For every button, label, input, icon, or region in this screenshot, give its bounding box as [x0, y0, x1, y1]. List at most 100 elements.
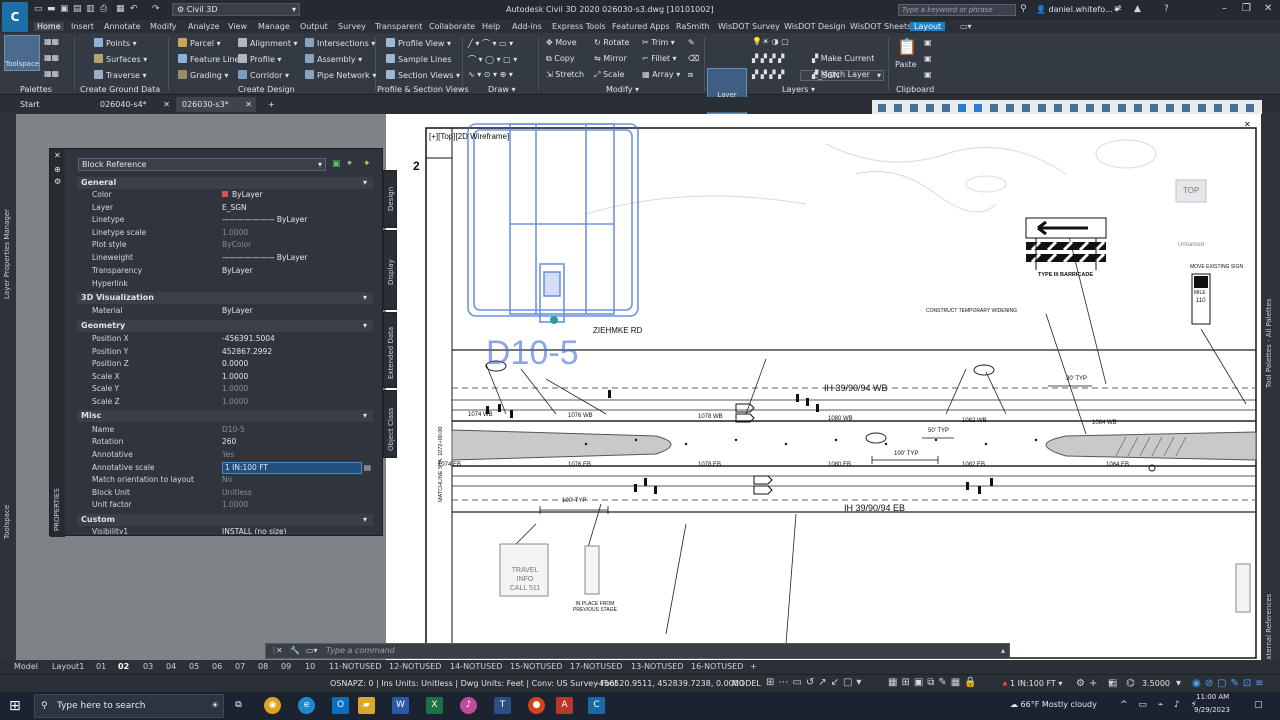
file-tab-start[interactable]: Start [14, 97, 84, 112]
panel-create-design[interactable]: Create Design [238, 85, 295, 94]
clock-date[interactable]: 9/29/2023 [1194, 706, 1230, 714]
layer-properties-manager-tab[interactable]: Layer Properties Manager [3, 209, 11, 299]
pin-icon[interactable]: ⊕ [54, 165, 61, 174]
prop-row-transparency[interactable]: Transparency ByLayer [77, 265, 373, 277]
surfaces-button[interactable]: Surfaces ▾ [94, 54, 147, 64]
notification-icon[interactable]: ▢ [1254, 700, 1263, 710]
chrome-icon[interactable]: ◉ [264, 697, 281, 714]
layout-tab[interactable]: 01 [96, 662, 106, 671]
panel-draw[interactable]: Draw ▾ [488, 85, 515, 94]
close-button[interactable]: ✕ [1264, 3, 1272, 14]
prop-row-scale-y[interactable]: Scale Y 1.0000 [77, 383, 373, 395]
tab-collaborate[interactable]: Collaborate [429, 22, 475, 31]
drawing-canvas[interactable]: [+][Top][2D Wireframe] 2 ZIEHMKE RD D10-… [386, 114, 1261, 660]
plot-icon[interactable]: ▦ [116, 4, 125, 14]
prop-row-block-unit[interactable]: Block Unit Unitless [77, 487, 373, 499]
prompt-icon[interactable]: ▭▾ [306, 644, 318, 658]
scale-list-icon[interactable]: ▤ [364, 462, 371, 474]
pipe-network-button[interactable]: Pipe Network ▾ [305, 70, 376, 80]
paste-icon[interactable]: 📋 [897, 37, 917, 56]
corridor-button[interactable]: Corridor ▾ [238, 70, 289, 80]
civil3d-taskbar-icon[interactable]: C [588, 697, 605, 714]
tab-manage[interactable]: Manage [258, 22, 290, 31]
prop-row-scale-x[interactable]: Scale X 1.0000 [77, 371, 373, 383]
scale-button[interactable]: ⤢ Scale [594, 70, 624, 80]
panel-layers[interactable]: Layers ▾ [782, 85, 815, 94]
toolspace-button[interactable]: Toolspace [4, 35, 40, 71]
prop-row-linetype-scale[interactable]: Linetype scale 1.0000 [77, 227, 373, 239]
clock-time[interactable]: 11:00 AM [1196, 693, 1229, 701]
elevation-value[interactable]: 3.5000 [1142, 679, 1170, 688]
layout-tab[interactable]: 15-NOTUSED [510, 662, 562, 671]
app-icon[interactable]: ● [528, 697, 545, 714]
close-icon[interactable]: ✕ [245, 97, 252, 112]
prop-row-scale-z[interactable]: Scale Z 1.0000 [77, 396, 373, 408]
match-layer-button[interactable]: ▞ Match Layer [812, 70, 870, 79]
props-tab-design[interactable]: Design [383, 170, 397, 228]
outlook-icon[interactable]: O [332, 697, 349, 714]
close-icon[interactable]: ✕ [54, 151, 61, 160]
prop-row-annotative-scale[interactable]: Annotative scale 1 IN:100 FT ▤ [77, 462, 373, 474]
properties-titlebar[interactable]: ✕ ⊕ ⚙ PROPERTIES [50, 149, 65, 537]
section-general[interactable]: General ▾ [77, 177, 373, 189]
layout-tab[interactable]: 08 [258, 662, 268, 671]
tab-featured-apps[interactable]: Featured Apps [612, 22, 670, 31]
prop-row-lineweight[interactable]: Lineweight ——————— ByLayer [77, 252, 373, 264]
prop-row-layer[interactable]: Layer E_SGN [77, 202, 373, 214]
tab-help[interactable]: Help [482, 22, 500, 31]
panel-modify[interactable]: Modify ▾ [606, 85, 639, 94]
ribbon-toggle-icon[interactable]: ▭▾ [960, 22, 972, 31]
annotative-scale-field[interactable]: 1 IN:100 FT [222, 462, 362, 474]
prop-row-position-x[interactable]: Position X -456391.5004 [77, 333, 373, 345]
prop-row-color[interactable]: Color ByLayer [77, 189, 373, 201]
parcel-button[interactable]: Parcel ▾ [178, 38, 221, 48]
dropdown-icon[interactable]: ▾ [1176, 678, 1181, 689]
tab-wisdot-survey[interactable]: WisDOT Survey [718, 22, 780, 31]
tab-home[interactable]: Home [34, 22, 64, 31]
workspace-dropdown[interactable]: ⚙ Civil 3D ▾ [172, 3, 300, 16]
gear-icon[interactable]: ⚙ [54, 177, 61, 186]
ucs-unnamed-label[interactable]: Unnamed [1178, 242, 1204, 248]
array-button[interactable]: ▦ Array ▾ [642, 70, 680, 79]
layer-state-icons[interactable]: 💡☀ ◑ ▢ [752, 37, 789, 46]
sample-lines-button[interactable]: Sample Lines [386, 54, 451, 64]
grading-button[interactable]: Grading ▾ [178, 70, 228, 80]
prop-row-unit-factor[interactable]: Unit factor 1.0000 [77, 499, 373, 511]
copy-base-icon[interactable]: ▣ [924, 70, 932, 79]
help-search-input[interactable]: Type a keyword or phrase [898, 4, 1016, 16]
layout-tab[interactable]: 04 [166, 662, 176, 671]
offset-icon[interactable]: ⧈ [688, 70, 693, 80]
panel-create-ground[interactable]: Create Ground Data [80, 85, 160, 94]
layout-tab[interactable]: Layout1 [52, 662, 84, 671]
layout-tab[interactable]: 07 [235, 662, 245, 671]
profile-view-button[interactable]: Profile View ▾ [386, 38, 451, 48]
line-tool-icon[interactable]: ╱ ▾ ⌒ ▾ ▭ ▾ [468, 38, 513, 49]
erase-icon[interactable]: ⌫ [688, 54, 699, 63]
tab-analyze[interactable]: Analyze [188, 22, 220, 31]
layout-tab[interactable]: 16-NOTUSED [691, 662, 743, 671]
layout-tab[interactable]: 17-NOTUSED [570, 662, 622, 671]
cut-icon[interactable]: ▣ [924, 38, 932, 47]
tab-rasmith[interactable]: RaSmith [676, 22, 710, 31]
tab-wisdot-sheets[interactable]: WisDOT Sheets [850, 22, 911, 31]
wrench-icon[interactable]: 🔧 [290, 644, 300, 658]
section-misc[interactable]: Misc ▾ [77, 410, 373, 422]
layout-tab[interactable]: 14-NOTUSED [450, 662, 502, 671]
tray-icons[interactable]: ◉⊘▢✎⊡≡ [1192, 678, 1268, 689]
palette-tools-icon-3[interactable]: ▦▦ [44, 69, 59, 78]
layout-tab[interactable]: 03 [143, 662, 153, 671]
windows-start-icon[interactable]: ⊞ [9, 698, 21, 714]
file-explorer-icon[interactable]: ▰ [358, 697, 375, 714]
prop-row-annotative[interactable]: Annotative Yes [77, 449, 373, 461]
alignment-button[interactable]: Alignment ▾ [238, 38, 298, 48]
command-input[interactable]: Type a command [326, 644, 395, 658]
tab-wisdot-design[interactable]: WisDOT Design [784, 22, 846, 31]
tab-survey[interactable]: Survey [338, 22, 366, 31]
points-button[interactable]: Points ▾ [94, 38, 137, 48]
prop-row-position-y[interactable]: Position Y 452867.2992 [77, 346, 373, 358]
block-name-label[interactable]: D10-5 [486, 334, 579, 373]
help-icon[interactable]: ? [1164, 4, 1169, 14]
save-icon[interactable]: ▣ [60, 4, 69, 14]
web-icon[interactable]: ▥ [86, 4, 95, 14]
layout-tab[interactable]: 13-NOTUSED [631, 662, 683, 671]
